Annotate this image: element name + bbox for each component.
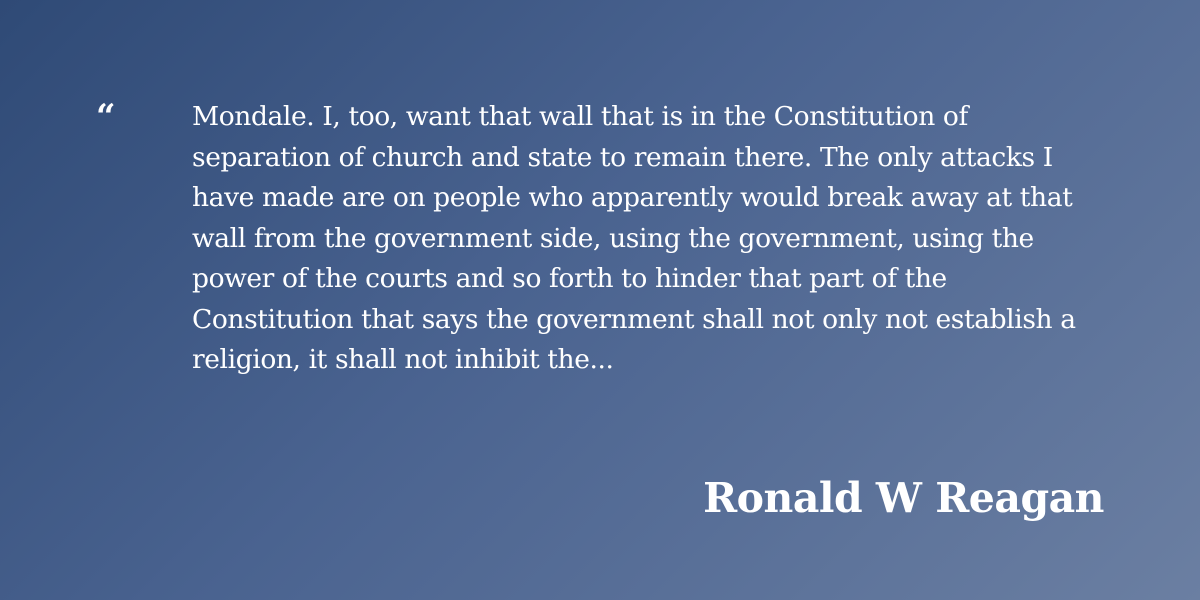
quote-author: Ronald W Reagan xyxy=(703,474,1104,522)
quote-text: Mondale. I, too, want that wall that is … xyxy=(192,101,1076,375)
quote-mark-icon: “ xyxy=(96,97,116,137)
quote-card: “ Mondale. I, too, want that wall that i… xyxy=(0,0,1200,600)
